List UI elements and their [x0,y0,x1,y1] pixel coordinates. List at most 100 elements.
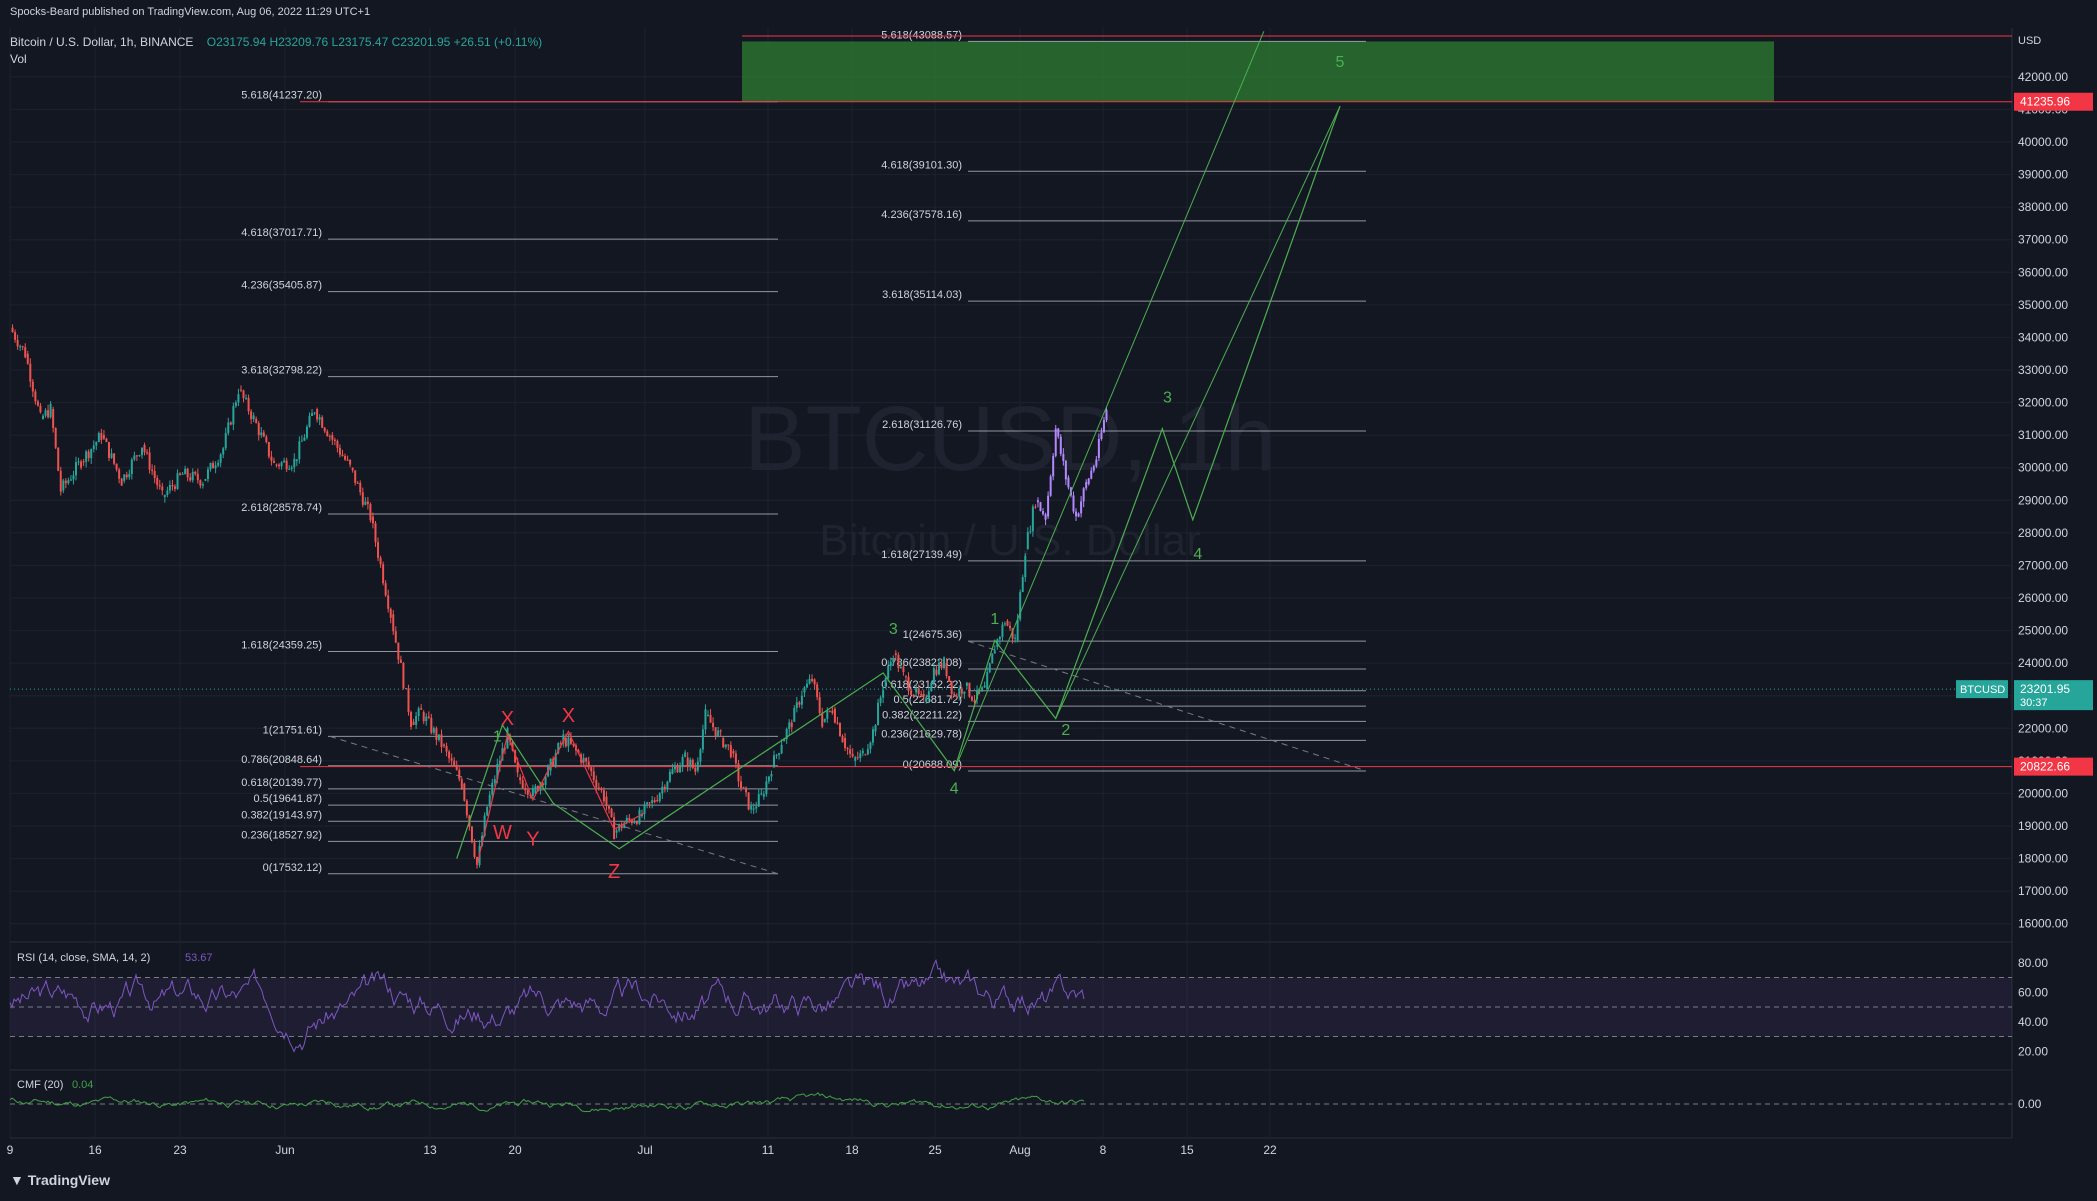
fib-right-label: 0.236(21629.78) [881,728,962,740]
candle-body [430,717,433,733]
candle-body [341,454,344,457]
candle-body [904,676,907,678]
candle-body [110,453,113,458]
candle-body [120,478,123,486]
candle-body [39,405,42,413]
candle-body [1021,577,1024,593]
time-tick-label: 20 [508,1143,522,1157]
candle-body [80,461,83,468]
candle-body [115,463,118,470]
candle-body [212,463,215,469]
candle-body [884,678,887,686]
price-tick-label: 35000.00 [2018,298,2068,312]
candle-body [993,650,996,654]
candle-body [257,423,260,436]
candle-body [838,723,841,737]
candle-body [879,697,882,703]
candle-body [298,441,301,460]
fib-right-label: 4.618(39101.30) [881,159,962,171]
candle-body [892,659,895,662]
candle-body [255,418,258,424]
candle-body [346,459,349,461]
candle-body [242,390,245,399]
candle-body [493,779,496,783]
volume-label[interactable]: Vol [10,52,27,66]
candle-body [699,749,702,762]
candle-body [128,474,131,478]
fib-left-label: 3.618(32798.22) [241,365,322,377]
candle-body [453,760,456,767]
candle-body [1029,531,1032,533]
candle-body [671,769,674,774]
candle-body [668,771,671,782]
wave-label: 1 [990,611,999,628]
candle-body [788,722,791,730]
time-tick-label: 16 [88,1143,102,1157]
candle-body [399,659,402,663]
rsi-tick-label: 40.00 [2018,1015,2048,1029]
candle-body [1082,488,1085,502]
price-tick-label: 32000.00 [2018,396,2068,410]
candle-body [955,695,958,697]
price-tick-label: 36000.00 [2018,265,2068,279]
candle-body [653,800,656,802]
symbol-title[interactable]: Bitcoin / U.S. Dollar, 1h, BINANCE O2317… [10,35,542,49]
candle-body [805,683,808,688]
candle-body [696,761,699,771]
candle-body [425,716,428,722]
candle-body [176,473,179,489]
candle-body [1014,637,1017,639]
fib-right-label: 4.236(37578.16) [881,209,962,221]
candle-body [318,417,321,420]
candle-body [323,427,326,432]
candle-body [524,788,527,791]
candle-body [371,516,374,524]
candle-body [808,678,811,684]
price-tick-label: 18000.00 [2018,852,2068,866]
candle-body [823,718,826,722]
candle-body [201,484,204,486]
candle-body [608,806,611,809]
candle-body [130,459,133,475]
candle-body [321,417,324,428]
wave-label: X [562,705,575,727]
candle-body [945,663,948,677]
candle-body [757,794,760,807]
candle-body [646,802,649,805]
candle-body [90,448,93,459]
candle-body [222,448,225,455]
candle-body [87,451,90,459]
candle-body [765,781,768,795]
candle-body [168,485,171,491]
candle-body [420,708,423,710]
candle-body [290,467,293,469]
candle-body [285,460,288,470]
candle-body [140,447,143,456]
candle-body [778,753,781,755]
price-tick-label: 30000.00 [2018,461,2068,475]
candle-body [47,410,50,418]
candle-body [638,809,641,824]
wave-label: W [493,822,512,844]
candle-body [1049,476,1052,496]
candle-body [305,426,308,438]
wave-label: 4 [950,780,959,797]
candle-body [351,467,354,471]
ohlc-readout: O23175.94 H23209.76 L23175.47 C23201.95 … [206,35,543,49]
candle-body [937,662,940,675]
candle-body [402,662,405,689]
price-tick-label: 39000.00 [2018,168,2068,182]
chart-canvas[interactable]: 16000.00 17000.00 18000.00 19000.00 20000.00… [0,0,2097,1201]
symbol-tag-label: BTCUSD [1960,684,2005,696]
candle-body [1100,432,1103,439]
candle-body [450,758,453,761]
candle-body [397,642,400,660]
candle-body [361,492,364,505]
price-tick-label: 16000.00 [2018,917,2068,931]
time-tick-label: 22 [1263,1143,1277,1157]
candle-body [706,714,709,716]
candle-body [948,676,951,681]
candle-body [861,750,864,754]
candle-body [998,636,1001,640]
candle-body [882,690,885,698]
